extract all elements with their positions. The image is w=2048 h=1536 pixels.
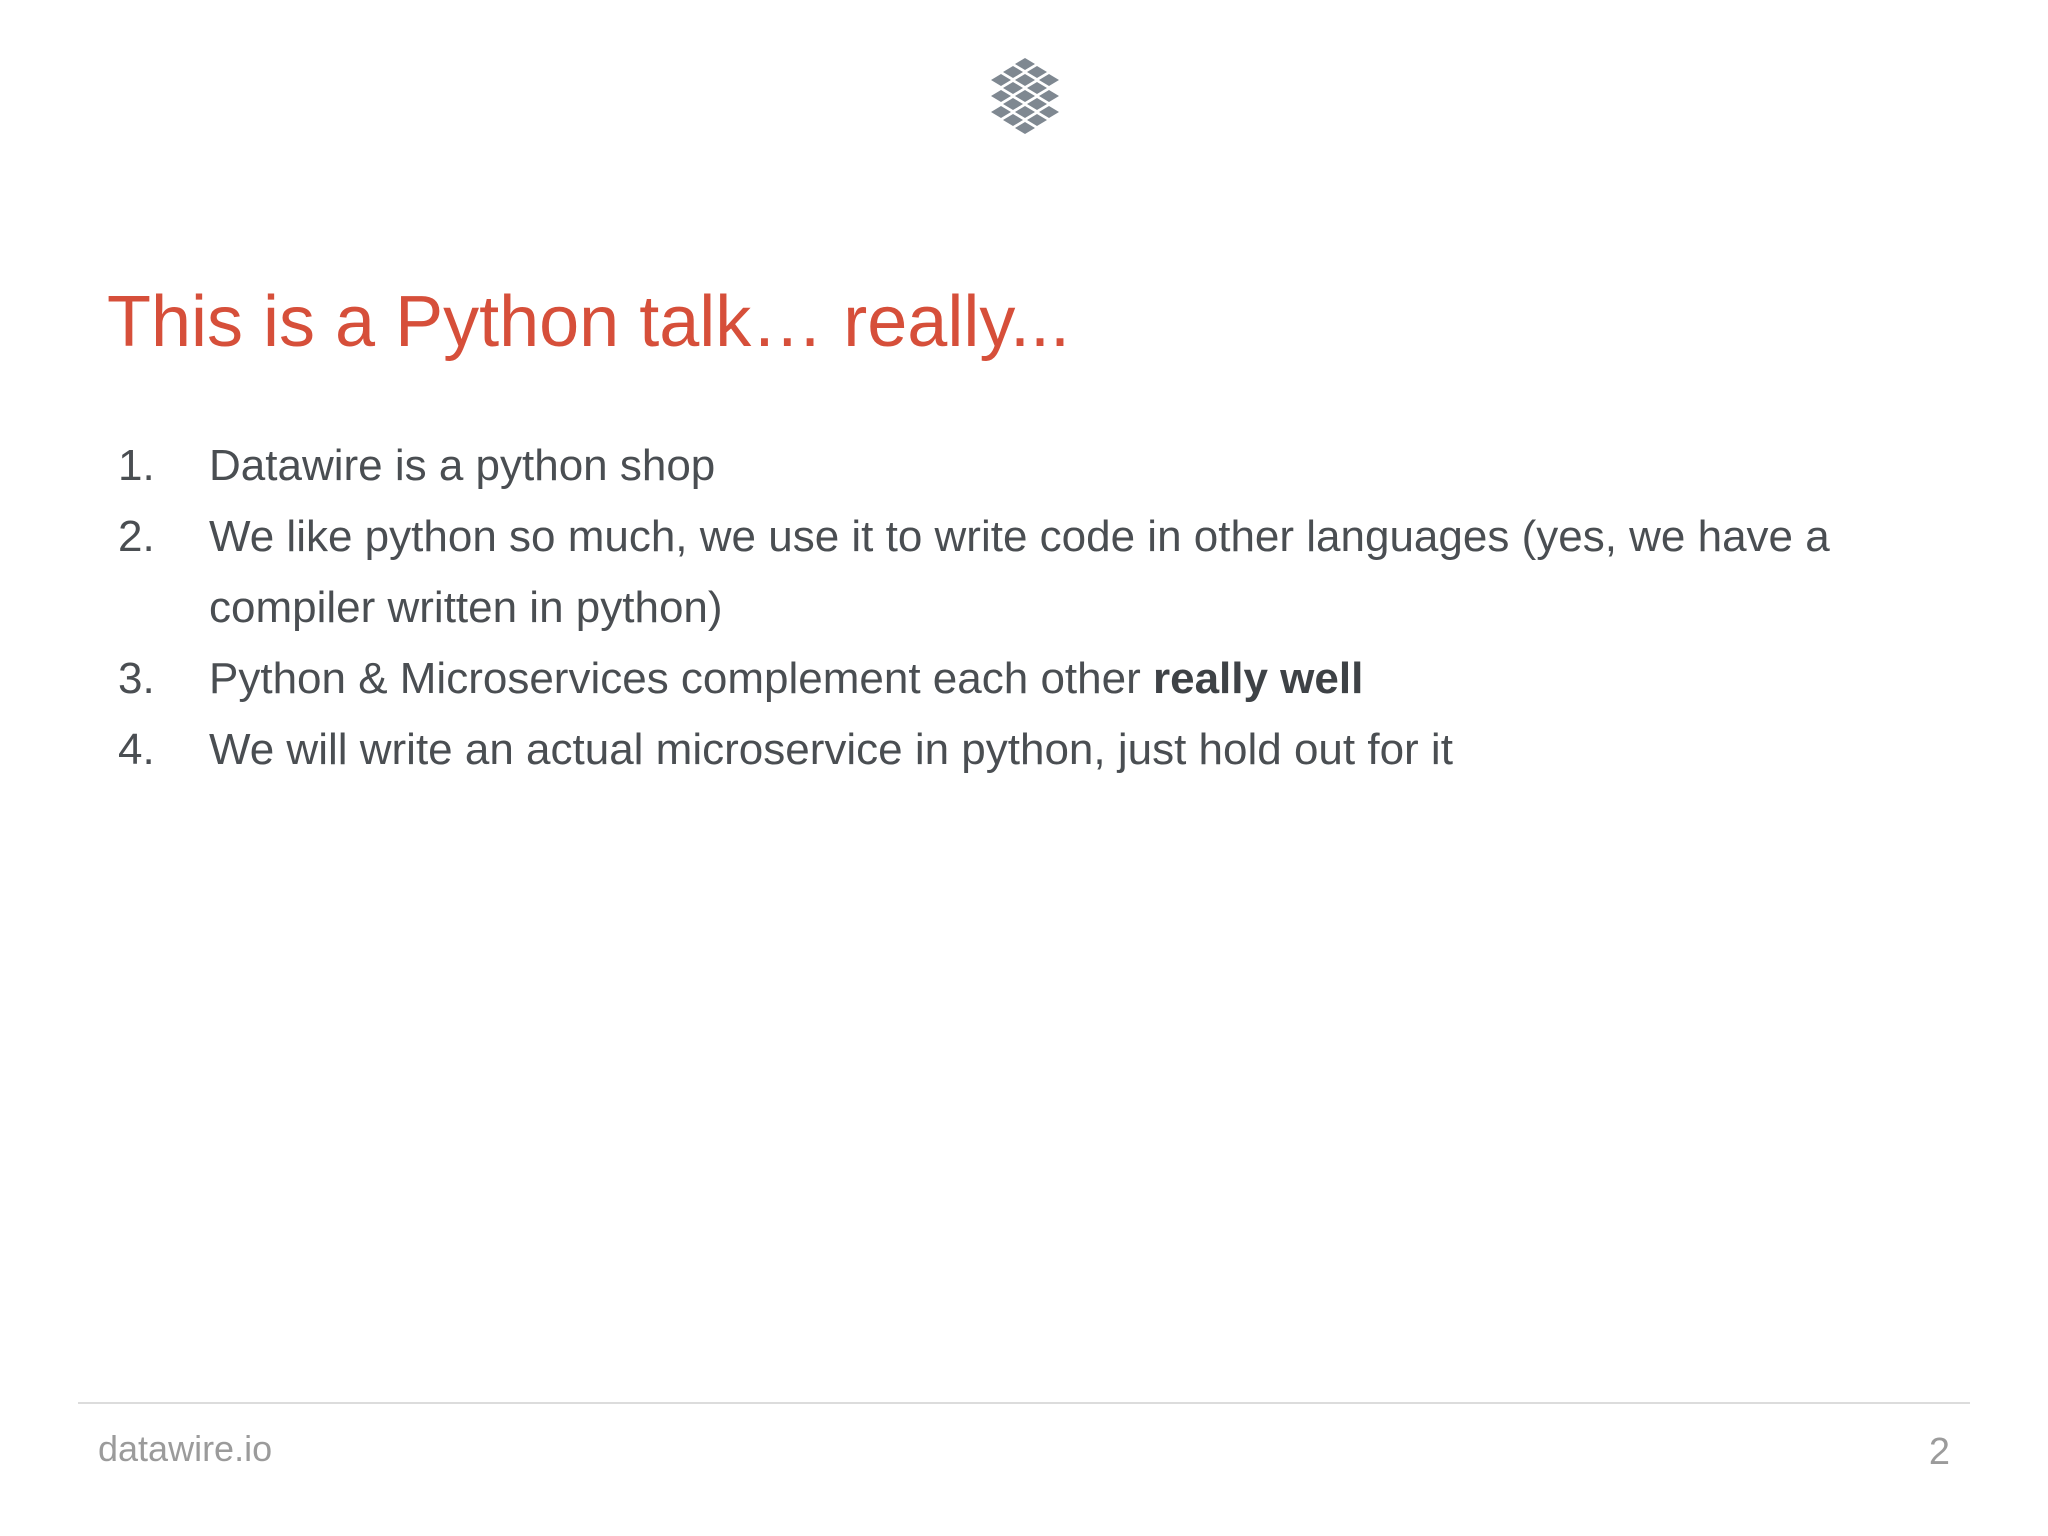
list-item-text: Python & Microservices complement each o…	[209, 643, 1958, 714]
datawire-lattice-logo-icon	[991, 58, 1059, 134]
slide-title: This is a Python talk… really...	[107, 282, 1070, 362]
list-item-number: 4.	[118, 725, 155, 774]
list-item-number: 1.	[118, 441, 155, 490]
list-item: 3. Python & Microservices complement eac…	[118, 643, 1958, 714]
footer-site-name: datawire.io	[98, 1428, 273, 1469]
list-item-emphasis: really well	[1152, 654, 1364, 703]
page-number: 2	[1928, 1431, 1950, 1473]
presentation-slide: This is a Python talk… really... 1. Data…	[0, 0, 2048, 1536]
list-item-number: 3.	[118, 654, 155, 703]
footer-divider	[78, 1402, 1970, 1404]
list-item-text: We will write an actual microservice in …	[209, 714, 1958, 785]
list-item-text-plain: We like python so much, we use it to wri…	[209, 512, 1830, 632]
list-item: 2. We like python so much, we use it to …	[118, 501, 1958, 643]
list-item-text-plain: We will write an actual microservice in …	[209, 725, 1453, 774]
talk-points-list: 1. Datawire is a python shop 2. We like …	[118, 430, 1958, 785]
list-item-text-plain: Datawire is a python shop	[209, 441, 716, 490]
list-item-text: Datawire is a python shop	[209, 430, 1958, 501]
list-item-text: We like python so much, we use it to wri…	[209, 501, 1958, 643]
list-item: 1. Datawire is a python shop	[118, 430, 1958, 501]
list-item-text-plain: Python & Microservices complement each o…	[209, 654, 1153, 703]
list-item-number: 2.	[118, 512, 155, 561]
list-item: 4. We will write an actual microservice …	[118, 714, 1958, 785]
